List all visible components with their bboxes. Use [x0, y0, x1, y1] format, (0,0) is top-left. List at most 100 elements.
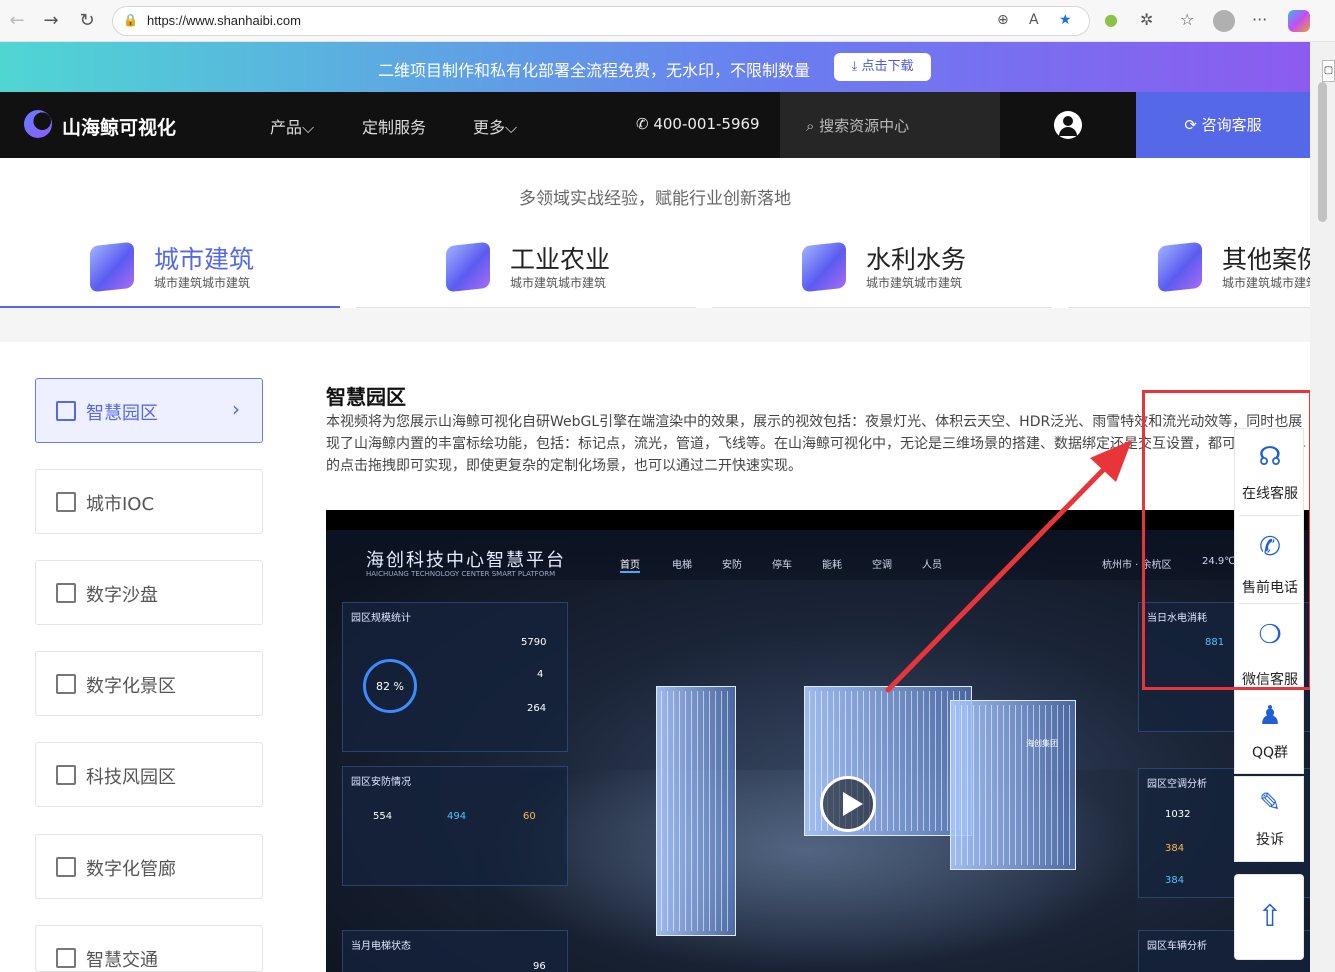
nav-item-product[interactable]: 产品⌵ [270, 114, 314, 138]
promo-text: 二维项目制作和私有化部署全流程免费，无水印，不限制数量 [378, 61, 811, 80]
category-title: 其他案例 [1222, 245, 1310, 274]
nav-item-custom-service[interactable]: 定制服务 [362, 114, 426, 138]
favorites-icon[interactable]: ☆ [1180, 10, 1194, 29]
sidebar-item-tech-park[interactable]: 科技风园区 [35, 742, 263, 807]
read-aloud-icon[interactable]: A [1029, 12, 1039, 28]
panel-title: 园区规模统计 [351, 613, 411, 624]
panel-title: 园区车辆分析 [1147, 941, 1207, 952]
occupancy-value: 82 % [376, 680, 404, 693]
video-nav-item: 人员 [922, 560, 942, 571]
sidebar-item-label: 科技风园区 [86, 767, 176, 788]
video-nav-item: 空调 [872, 560, 892, 571]
factory-icon [446, 241, 490, 293]
side-panel-toggle-icon[interactable]: ▢ [1322, 60, 1335, 82]
consult-button[interactable]: ⟳ 咨询客服 [1136, 92, 1310, 158]
occupancy-ring: 82 % [363, 659, 417, 713]
arrow-up-icon: ⇧ [1257, 899, 1283, 934]
stat-offices: 264 [527, 703, 547, 714]
complaint-button[interactable]: ✎ 投诉 [1234, 776, 1304, 862]
nav-item-more[interactable]: 更多⌵ [473, 114, 517, 138]
panel-title: 园区空调分析 [1147, 779, 1207, 790]
sidebar-item-digital-scenic[interactable]: 数字化景区 [35, 651, 263, 716]
monitor-normal: 494 [447, 811, 467, 822]
sidebar-item-label: 智慧园区 [86, 403, 158, 424]
brand-logo-icon[interactable] [24, 110, 52, 138]
search-icon: ⌕ [806, 117, 820, 135]
video-nav-item: 停车 [772, 560, 792, 571]
search-placeholder: 搜索资源中心 [819, 117, 910, 135]
building-icon [56, 401, 76, 421]
category-tab-city-building[interactable]: 城市建筑 城市建筑城市建筑 [0, 232, 340, 308]
phone-icon: ✆ [636, 115, 654, 133]
sidebar-item-digital-sandbox[interactable]: 数字沙盘 [35, 560, 263, 625]
sidebar-item-city-ioc[interactable]: 城市IOC [35, 469, 263, 534]
city-building-icon [90, 241, 134, 293]
qq-group-button[interactable]: ♟ QQ群 [1234, 690, 1304, 774]
page-scrollbar[interactable] [1310, 42, 1335, 972]
scrollbar-thumb[interactable] [1318, 82, 1327, 222]
category-title: 城市建筑 [154, 245, 255, 274]
tech-park-icon [56, 765, 76, 785]
panel-title: 园区安防情况 [351, 777, 411, 788]
download-label: 点击下载 [861, 59, 914, 74]
category-subtitle: 城市建筑城市建筑 [154, 276, 251, 290]
video-nav-item: 电梯 [672, 560, 692, 571]
highlight-box [1142, 390, 1312, 690]
back-to-top-button[interactable]: ⇧ [1234, 874, 1304, 960]
copilot-icon[interactable] [1288, 10, 1310, 32]
building-label: 海创集团 [1026, 739, 1058, 748]
phone-number: 400-001-5969 [653, 115, 760, 133]
scene-building [656, 686, 736, 936]
category-tab-industry-agriculture[interactable]: 工业农业 城市建筑城市建筑 [356, 232, 696, 308]
forward-icon[interactable]: → [40, 10, 62, 32]
back-icon[interactable]: ← [6, 10, 28, 32]
sidebar-item-smart-traffic[interactable]: 智慧交通 [35, 925, 263, 972]
section-divider [0, 308, 1310, 342]
qq-group-label: QQ群 [1251, 745, 1289, 761]
ac-off: 384 [1165, 875, 1185, 886]
sidebar-item-smart-park[interactable]: 智慧园区 › [35, 378, 263, 443]
favorite-star-icon[interactable]: ★ [1059, 12, 1072, 28]
scenic-icon [56, 674, 76, 694]
sidebar-item-label: 数字沙盘 [86, 585, 158, 606]
stat-buildings: 4 [537, 669, 544, 680]
zoom-icon[interactable]: ⊕ [997, 12, 1009, 28]
category-tab-other[interactable]: 其他案例 城市建筑城市建筑 [1068, 232, 1310, 308]
complaint-label: 投诉 [1256, 832, 1284, 848]
category-subtitle: 城市建筑城市建筑 [510, 276, 607, 290]
brand-name[interactable]: 山海鲸可视化 [62, 113, 176, 140]
category-tab-water[interactable]: 水利水务 城市建筑城市建筑 [712, 232, 1052, 308]
panel-elevator: 当月电梯状态 96 [342, 930, 568, 972]
video-dashboard-subtitle: HAICHUANG TECHNOLOGY CENTER SMART PLATFO… [366, 570, 556, 578]
headset-icon: ⟳ [1184, 116, 1202, 134]
download-button[interactable]: ⤓ 点击下载 [834, 53, 931, 81]
category-title: 工业农业 [510, 245, 611, 274]
category-title: 水利水务 [866, 245, 967, 274]
ac-on: 384 [1165, 843, 1185, 854]
browser-toolbar: ← → ↻ 🔒 https://www.shanhaibi.com ⊕ A ★ … [0, 0, 1335, 42]
url-text: https://www.shanhaibi.com [147, 13, 301, 28]
search-box[interactable]: ⌕ 搜索资源中心 [780, 92, 1000, 158]
section-subtitle: 多领域实战经验，赋能行业创新落地 [519, 189, 791, 209]
phone-link[interactable]: ✆ 400-001-5969 [636, 115, 760, 133]
sidebar-item-label: 数字化景区 [86, 676, 176, 697]
download-icon: ⤓ [851, 59, 862, 74]
profile-avatar[interactable] [1213, 10, 1235, 32]
more-icon[interactable]: ··· [1252, 10, 1267, 29]
sidebar-item-utility-tunnel[interactable]: 数字化管廊 [35, 834, 263, 899]
lock-icon: 🔒 [123, 13, 138, 27]
sidebar-item-label: 城市IOC [86, 494, 155, 515]
extension-icon[interactable]: ● [1104, 10, 1118, 29]
promo-banner: 二维项目制作和私有化部署全流程免费，无水印，不限制数量 ⤓ 点击下载 [0, 42, 1310, 92]
user-icon[interactable] [1054, 111, 1082, 139]
panel-security: 园区安防情况 554 494 60 [342, 766, 568, 886]
chevron-right-icon: › [232, 397, 240, 421]
address-bar[interactable]: 🔒 https://www.shanhaibi.com ⊕ A ★ [112, 6, 1090, 36]
puzzle-icon[interactable]: ✲ [1140, 10, 1153, 29]
video-nav-item: 能耗 [822, 560, 842, 571]
reload-icon[interactable]: ↻ [76, 10, 98, 32]
category-subtitle: 城市建筑城市建筑 [1222, 276, 1310, 290]
panel-park-scale: 园区规模统计 82 % 5790 4 264 [342, 602, 568, 752]
play-icon[interactable] [820, 776, 876, 832]
monitor-total: 554 [373, 811, 393, 822]
